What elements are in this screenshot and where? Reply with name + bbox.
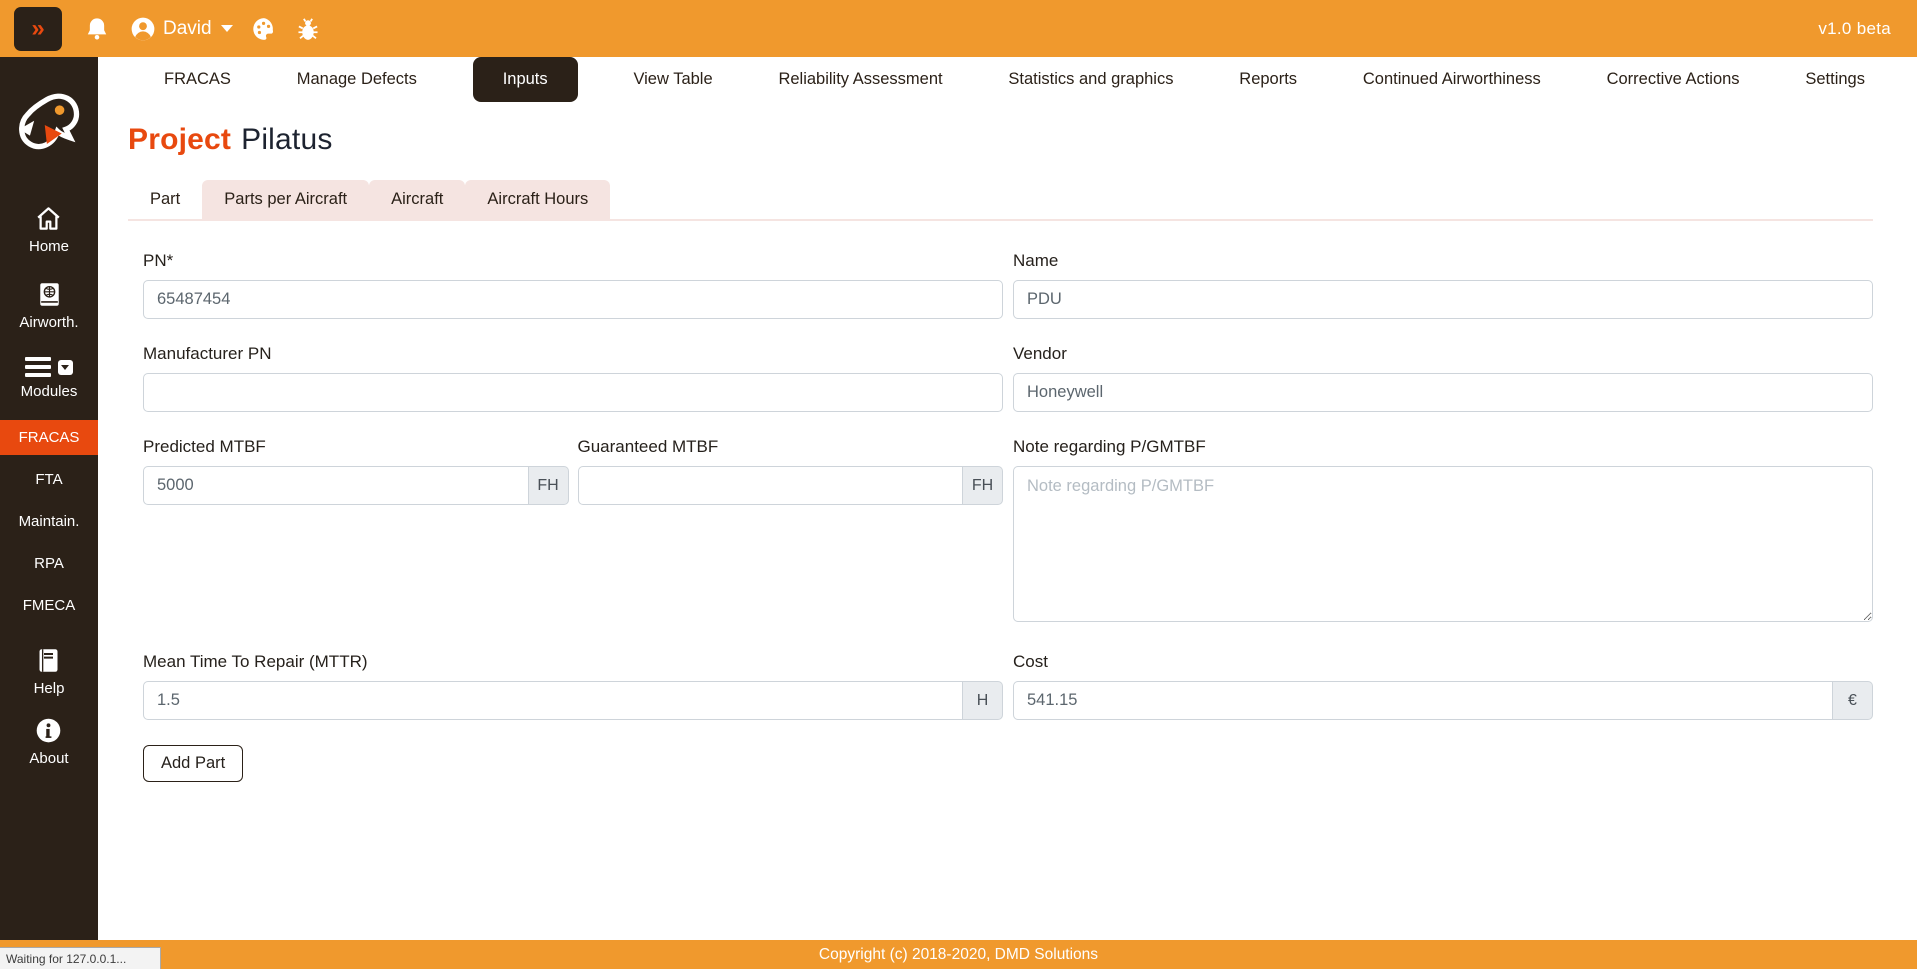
sidebar-item-label: Help bbox=[33, 680, 65, 697]
sidebar-item-fta[interactable]: FTA bbox=[0, 462, 98, 497]
nav-reliability-assessment[interactable]: Reliability Assessment bbox=[768, 57, 952, 102]
sidebar-item-maintain[interactable]: Maintain. bbox=[0, 504, 98, 539]
modules-dropdown-icon bbox=[57, 359, 73, 375]
page-title-name: Pilatus bbox=[241, 123, 333, 156]
predicted-mtbf-input[interactable] bbox=[143, 466, 529, 505]
book-icon bbox=[39, 649, 58, 672]
guaranteed-mtbf-label: Guaranteed MTBF bbox=[577, 437, 719, 456]
sidebar: Home Airworth. Modules FRACAS FTA Mainta… bbox=[0, 57, 98, 940]
manufacturer-pn-input[interactable] bbox=[143, 373, 1003, 412]
guaranteed-mtbf-unit: FH bbox=[963, 466, 1003, 505]
sidebar-item-label: Airworth. bbox=[19, 314, 79, 331]
note-textarea[interactable] bbox=[1013, 466, 1873, 622]
cost-label: Cost bbox=[1013, 652, 1048, 671]
sidebar-item-modules[interactable]: Modules bbox=[20, 357, 78, 400]
guaranteed-mtbf-input[interactable] bbox=[577, 466, 963, 505]
tab-aircraft[interactable]: Aircraft bbox=[369, 180, 466, 219]
part-tabs: Part Parts per Aircraft Aircraft Aircraf… bbox=[128, 180, 1873, 221]
info-icon bbox=[37, 718, 61, 743]
theme-palette-icon[interactable] bbox=[249, 14, 279, 44]
nav-statistics-and-graphics[interactable]: Statistics and graphics bbox=[998, 57, 1183, 102]
page-title: Project Pilatus bbox=[128, 123, 1873, 157]
home-icon bbox=[37, 207, 61, 230]
module-nav: FRACAS Manage Defects Inputs View Table … bbox=[98, 57, 1917, 102]
sidebar-item-rpa[interactable]: RPA bbox=[0, 546, 98, 581]
pn-label: PN* bbox=[143, 251, 174, 270]
notifications-bell-icon[interactable] bbox=[82, 14, 112, 44]
vendor-input[interactable] bbox=[1013, 373, 1873, 412]
copyright-text: Copyright (c) 2018-2020, DMD Solutions bbox=[818, 945, 1099, 963]
tab-aircraft-hours[interactable]: Aircraft Hours bbox=[465, 180, 611, 219]
main-content: FRACAS Manage Defects Inputs View Table … bbox=[98, 57, 1917, 940]
add-part-button[interactable]: Add Part bbox=[143, 745, 244, 782]
nav-settings[interactable]: Settings bbox=[1795, 57, 1875, 102]
sidebar-item-airworthiness[interactable]: Airworth. bbox=[19, 281, 79, 331]
caret-down-icon bbox=[220, 25, 233, 32]
user-menu[interactable]: David bbox=[130, 16, 233, 42]
name-label: Name bbox=[1013, 251, 1059, 270]
top-bar: » David v1.0 beta bbox=[0, 0, 1917, 57]
sidebar-item-label: Modules bbox=[20, 383, 78, 400]
sidebar-item-fracas[interactable]: FRACAS bbox=[0, 420, 98, 455]
nav-corrective-actions[interactable]: Corrective Actions bbox=[1597, 57, 1750, 102]
sidebar-collapse-button[interactable]: » bbox=[14, 6, 62, 51]
debug-bug-icon[interactable] bbox=[293, 14, 323, 44]
vendor-label: Vendor bbox=[1013, 344, 1067, 363]
predicted-mtbf-label: Predicted MTBF bbox=[143, 437, 266, 456]
sidebar-item-home[interactable]: Home bbox=[29, 205, 69, 255]
tab-part[interactable]: Part bbox=[128, 180, 203, 219]
note-label: Note regarding P/GMTBF bbox=[1013, 437, 1206, 456]
browser-status-bar: Waiting for 127.0.0.1... bbox=[0, 947, 161, 969]
footer: Copyright (c) 2018-2020, DMD Solutions bbox=[0, 940, 1917, 969]
mttr-label: Mean Time To Repair (MTTR) bbox=[143, 652, 368, 671]
sidebar-item-fmeca[interactable]: FMECA bbox=[0, 588, 98, 623]
mttr-unit: H bbox=[963, 681, 1003, 720]
manufacturer-pn-label: Manufacturer PN bbox=[143, 344, 272, 363]
app-logo-bird bbox=[19, 93, 80, 150]
book-globe-icon bbox=[39, 283, 59, 306]
nav-manage-defects[interactable]: Manage Defects bbox=[287, 57, 427, 102]
sidebar-item-about[interactable]: About bbox=[29, 717, 69, 767]
sidebar-item-label: About bbox=[29, 750, 69, 767]
nav-fracas[interactable]: FRACAS bbox=[154, 57, 241, 102]
nav-reports[interactable]: Reports bbox=[1229, 57, 1307, 102]
status-text: Waiting for 127.0.0.1... bbox=[6, 951, 127, 966]
sidebar-item-label: Home bbox=[28, 238, 69, 255]
nav-view-table[interactable]: View Table bbox=[623, 57, 722, 102]
cost-unit: € bbox=[1833, 681, 1873, 720]
nav-inputs[interactable]: Inputs bbox=[472, 57, 578, 102]
name-input[interactable] bbox=[1013, 280, 1873, 319]
user-name: David bbox=[163, 17, 212, 39]
tab-parts-per-aircraft[interactable]: Parts per Aircraft bbox=[202, 180, 370, 219]
pn-input[interactable] bbox=[143, 280, 1003, 319]
menu-icon bbox=[24, 357, 51, 377]
sidebar-item-help[interactable]: Help bbox=[33, 647, 65, 697]
page-title-prefix: Project bbox=[128, 123, 232, 156]
part-form: PN* Name Manufacturer PN Vendor bbox=[128, 251, 1873, 782]
predicted-mtbf-unit: FH bbox=[528, 466, 569, 505]
version-label: v1.0 beta bbox=[1818, 18, 1891, 38]
mttr-input[interactable] bbox=[143, 681, 963, 720]
user-avatar-icon bbox=[131, 17, 155, 40]
nav-continued-airworthiness[interactable]: Continued Airworthiness bbox=[1353, 57, 1551, 102]
cost-input[interactable] bbox=[1013, 681, 1833, 720]
